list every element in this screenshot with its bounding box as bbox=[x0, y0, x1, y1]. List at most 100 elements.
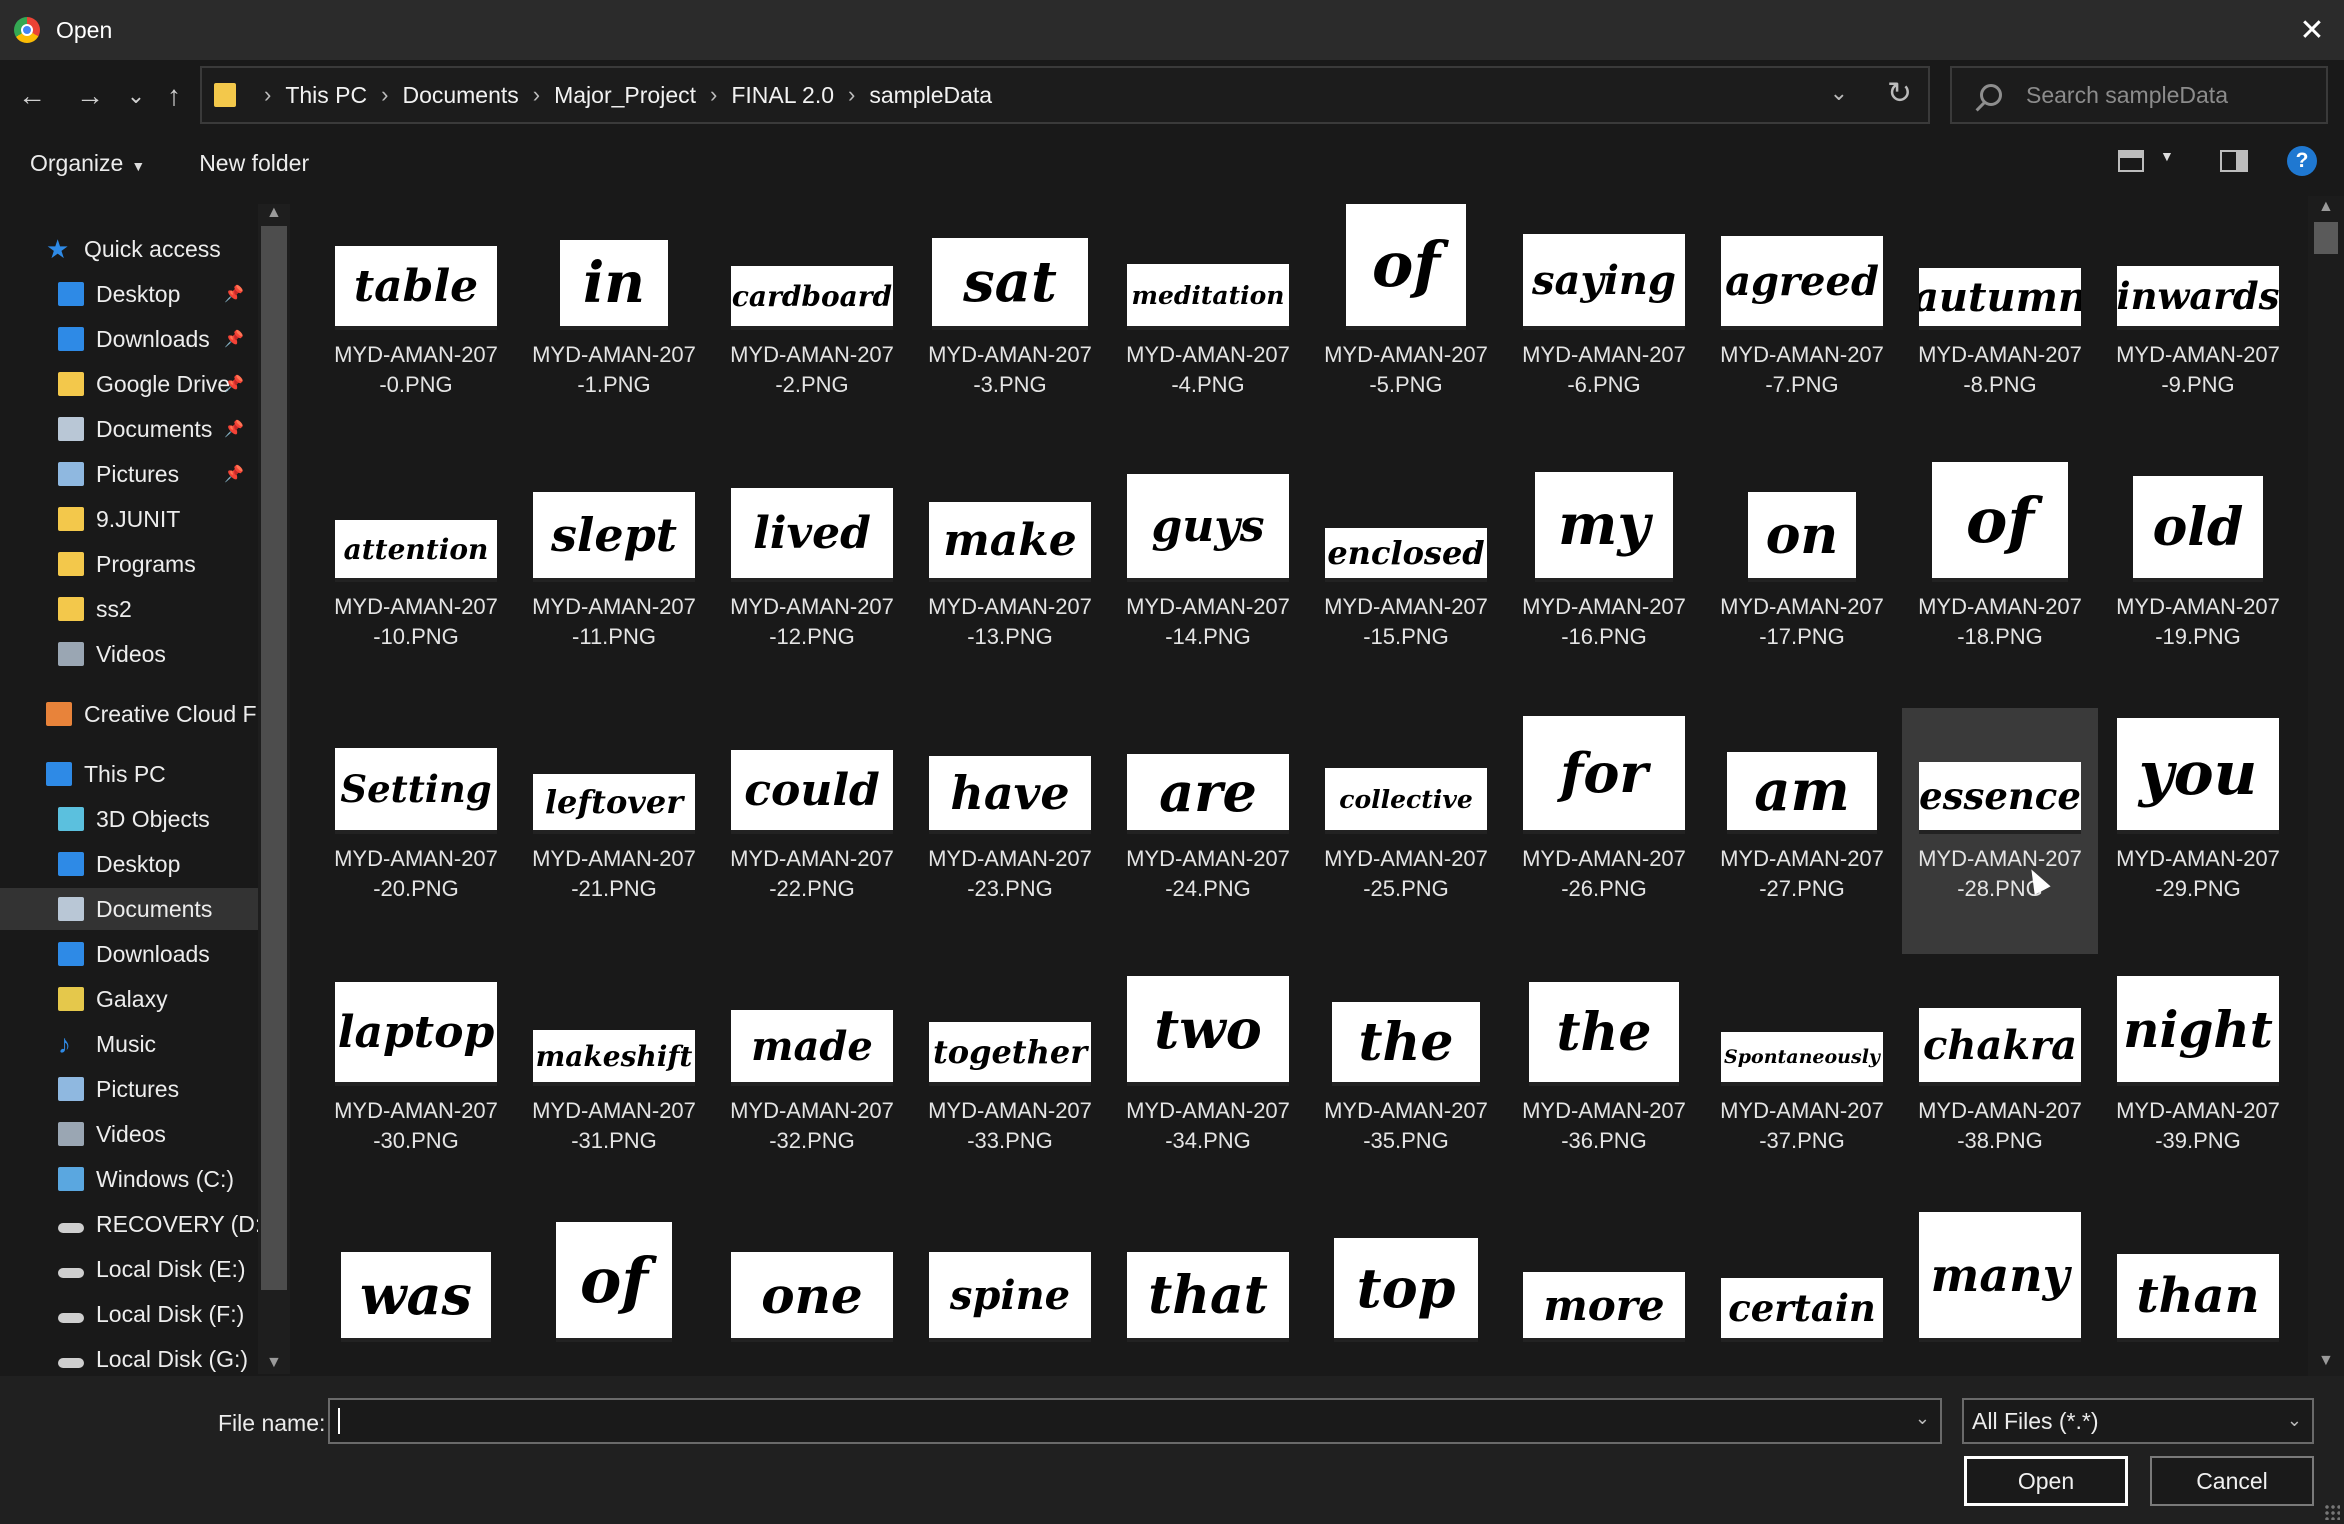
file-name-dropdown-icon[interactable]: ⌄ bbox=[1915, 1408, 1930, 1429]
scroll-down-icon[interactable]: ▼ bbox=[2318, 1352, 2334, 1370]
file-item[interactable]: spine bbox=[912, 1212, 1108, 1374]
file-item[interactable]: one bbox=[714, 1212, 910, 1374]
breadcrumb-documents[interactable]: Documents bbox=[402, 82, 518, 109]
file-item[interactable]: agreed MYD-AMAN-207 -7.PNG bbox=[1704, 204, 1900, 450]
file-item[interactable]: leftover MYD-AMAN-207 -21.PNG bbox=[516, 708, 712, 954]
back-arrow-icon[interactable]: ← bbox=[12, 76, 52, 116]
change-view-icon[interactable] bbox=[2118, 150, 2144, 172]
file-item[interactable]: on MYD-AMAN-207 -17.PNG bbox=[1704, 456, 1900, 702]
open-button[interactable]: Open bbox=[1964, 1456, 2128, 1506]
file-item[interactable]: top bbox=[1308, 1212, 1504, 1374]
file-item[interactable]: for MYD-AMAN-207 -26.PNG bbox=[1506, 708, 1702, 954]
cancel-button[interactable]: Cancel bbox=[2150, 1456, 2314, 1506]
file-item[interactable]: have MYD-AMAN-207 -23.PNG bbox=[912, 708, 1108, 954]
file-item[interactable]: attention MYD-AMAN-207 -10.PNG bbox=[318, 456, 514, 702]
sidebar-item-creative-cloud-files[interactable]: Creative Cloud Files bbox=[0, 693, 290, 735]
file-item[interactable]: inwards MYD-AMAN-207 -9.PNG bbox=[2100, 204, 2296, 450]
sidebar-item-windows-c[interactable]: Windows (C:) bbox=[0, 1158, 258, 1200]
sidebar-item-pictures[interactable]: Pictures bbox=[0, 1068, 258, 1110]
file-item[interactable]: are MYD-AMAN-207 -24.PNG bbox=[1110, 708, 1306, 954]
sidebar-item-local-disk-e[interactable]: Local Disk (E:) bbox=[0, 1248, 258, 1290]
file-item[interactable]: Setting MYD-AMAN-207 -20.PNG bbox=[318, 708, 514, 954]
file-item[interactable]: my MYD-AMAN-207 -16.PNG bbox=[1506, 456, 1702, 702]
file-item[interactable]: am MYD-AMAN-207 -27.PNG bbox=[1704, 708, 1900, 954]
sidebar-item-videos[interactable]: Videos bbox=[0, 633, 258, 675]
file-item[interactable]: was bbox=[318, 1212, 514, 1374]
sidebar-item-downloads[interactable]: Downloads bbox=[0, 933, 258, 975]
sidebar-item-9-junit[interactable]: 9.JUNIT bbox=[0, 498, 258, 540]
file-item[interactable]: than bbox=[2100, 1212, 2296, 1374]
sidebar-item-documents[interactable]: Documents bbox=[0, 888, 258, 930]
file-scroll-thumb[interactable] bbox=[2314, 222, 2338, 254]
file-item[interactable]: saying MYD-AMAN-207 -6.PNG bbox=[1506, 204, 1702, 450]
file-item[interactable]: make MYD-AMAN-207 -13.PNG bbox=[912, 456, 1108, 702]
file-item[interactable]: essence MYD-AMAN-207 -28.PNG bbox=[1902, 708, 2098, 954]
preview-pane-icon[interactable] bbox=[2220, 150, 2248, 172]
sidebar-item-desktop[interactable]: Desktop 📌 bbox=[0, 273, 258, 315]
file-item[interactable]: could MYD-AMAN-207 -22.PNG bbox=[714, 708, 910, 954]
file-item[interactable]: made MYD-AMAN-207 -32.PNG bbox=[714, 960, 910, 1206]
breadcrumb-final[interactable]: FINAL 2.0 bbox=[731, 82, 834, 109]
nav-scroll-thumb[interactable] bbox=[261, 226, 287, 1290]
file-item[interactable]: together MYD-AMAN-207 -33.PNG bbox=[912, 960, 1108, 1206]
address-bar[interactable]: › This PC › Documents › Major_Project › … bbox=[200, 66, 1930, 124]
file-item[interactable]: makeshift MYD-AMAN-207 -31.PNG bbox=[516, 960, 712, 1206]
breadcrumb-sampledata[interactable]: sampleData bbox=[869, 82, 992, 109]
file-type-dropdown-icon[interactable]: ⌄ bbox=[2287, 1410, 2302, 1431]
search-box[interactable]: Search sampleData bbox=[1950, 66, 2328, 124]
file-item[interactable]: laptop MYD-AMAN-207 -30.PNG bbox=[318, 960, 514, 1206]
sidebar-item-programs[interactable]: Programs bbox=[0, 543, 258, 585]
file-item[interactable]: table MYD-AMAN-207 -0.PNG bbox=[318, 204, 514, 450]
file-item[interactable]: of MYD-AMAN-207 -18.PNG bbox=[1902, 456, 2098, 702]
file-item[interactable]: sat MYD-AMAN-207 -3.PNG bbox=[912, 204, 1108, 450]
file-type-select[interactable]: All Files (*.*) ⌄ bbox=[1962, 1398, 2314, 1444]
file-name-input[interactable]: ⌄ bbox=[328, 1398, 1942, 1444]
file-item[interactable]: that bbox=[1110, 1212, 1306, 1374]
sidebar-item-local-disk-f[interactable]: Local Disk (F:) bbox=[0, 1293, 258, 1335]
file-item[interactable]: the MYD-AMAN-207 -36.PNG bbox=[1506, 960, 1702, 1206]
sidebar-item-music[interactable]: ♪ Music bbox=[0, 1023, 258, 1065]
view-dropdown-icon[interactable]: ▼ bbox=[2160, 148, 2174, 164]
close-icon[interactable]: ✕ bbox=[2290, 8, 2334, 52]
file-item[interactable]: the MYD-AMAN-207 -35.PNG bbox=[1308, 960, 1504, 1206]
organize-button[interactable]: Organize ▼ bbox=[30, 150, 145, 177]
file-item[interactable]: two MYD-AMAN-207 -34.PNG bbox=[1110, 960, 1306, 1206]
file-item[interactable]: in MYD-AMAN-207 -1.PNG bbox=[516, 204, 712, 450]
help-icon[interactable]: ? bbox=[2287, 146, 2317, 176]
recent-locations-chevron-icon[interactable]: ⌄ bbox=[116, 76, 156, 116]
sidebar-item-this-pc[interactable]: This PC bbox=[0, 753, 258, 795]
sidebar-item-ss2[interactable]: ss2 bbox=[0, 588, 258, 630]
scroll-down-icon[interactable]: ▼ bbox=[266, 1354, 282, 1372]
address-dropdown-icon[interactable]: ⌄ bbox=[1830, 80, 1848, 106]
file-item[interactable]: of bbox=[516, 1212, 712, 1374]
file-item[interactable]: chakra MYD-AMAN-207 -38.PNG bbox=[1902, 960, 2098, 1206]
refresh-icon[interactable]: ↻ bbox=[1887, 76, 1912, 111]
file-item[interactable]: cardboard MYD-AMAN-207 -2.PNG bbox=[714, 204, 910, 450]
file-item[interactable]: old MYD-AMAN-207 -19.PNG bbox=[2100, 456, 2296, 702]
file-item[interactable]: you MYD-AMAN-207 -29.PNG bbox=[2100, 708, 2296, 954]
file-item[interactable]: night MYD-AMAN-207 -39.PNG bbox=[2100, 960, 2296, 1206]
file-item[interactable]: guys MYD-AMAN-207 -14.PNG bbox=[1110, 456, 1306, 702]
file-item[interactable]: lived MYD-AMAN-207 -12.PNG bbox=[714, 456, 910, 702]
sidebar-item-videos[interactable]: Videos bbox=[0, 1113, 258, 1155]
sidebar-item-3d-objects[interactable]: 3D Objects bbox=[0, 798, 258, 840]
forward-arrow-icon[interactable]: → bbox=[70, 76, 110, 116]
sidebar-item-google-drive[interactable]: Google Drive 📌 bbox=[0, 363, 258, 405]
file-list-scrollbar[interactable]: ▲ ▼ bbox=[2308, 196, 2344, 1376]
file-item[interactable]: autumn MYD-AMAN-207 -8.PNG bbox=[1902, 204, 2098, 450]
new-folder-button[interactable]: New folder bbox=[199, 150, 309, 177]
sidebar-item-downloads[interactable]: Downloads 📌 bbox=[0, 318, 258, 360]
file-item[interactable]: meditation MYD-AMAN-207 -4.PNG bbox=[1110, 204, 1306, 450]
file-item[interactable]: many bbox=[1902, 1212, 2098, 1374]
breadcrumb-major-project[interactable]: Major_Project bbox=[554, 82, 696, 109]
file-item[interactable]: certain bbox=[1704, 1212, 1900, 1374]
file-item[interactable]: enclosed MYD-AMAN-207 -15.PNG bbox=[1308, 456, 1504, 702]
sidebar-item-local-disk-g[interactable]: Local Disk (G:) bbox=[0, 1338, 258, 1374]
scroll-up-icon[interactable]: ▲ bbox=[266, 204, 282, 222]
breadcrumb-this-pc[interactable]: This PC bbox=[285, 82, 367, 109]
file-item[interactable]: slept MYD-AMAN-207 -11.PNG bbox=[516, 456, 712, 702]
file-item[interactable]: more bbox=[1506, 1212, 1702, 1374]
sidebar-item-recovery-d[interactable]: RECOVERY (D:) bbox=[0, 1203, 269, 1245]
sidebar-item-quick-access[interactable]: ★ Quick access bbox=[0, 228, 258, 270]
file-item[interactable]: collective MYD-AMAN-207 -25.PNG bbox=[1308, 708, 1504, 954]
